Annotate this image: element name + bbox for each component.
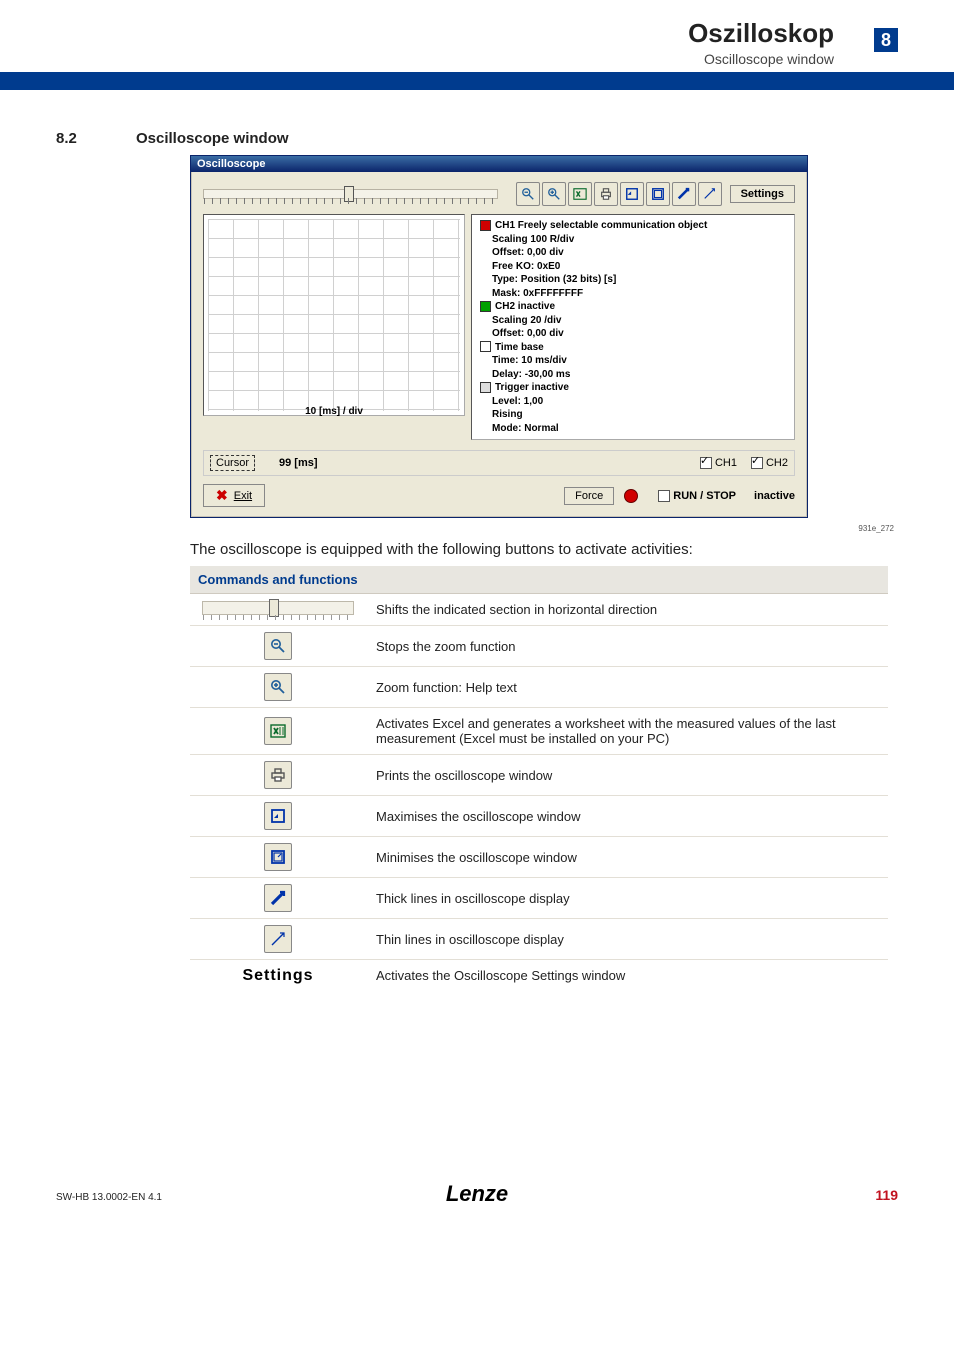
- force-button[interactable]: Force: [564, 487, 614, 505]
- table-row: Shifts the indicated section in horizont…: [190, 594, 888, 626]
- tree-timebase[interactable]: Time base: [478, 341, 788, 355]
- horizontal-slider[interactable]: [203, 183, 498, 205]
- header-title-block: Oszilloskop Oscilloscope window: [688, 18, 834, 67]
- scope-plot: 10 [ms] / div: [203, 214, 465, 416]
- window-title: Oscilloscope: [191, 156, 807, 172]
- window-middle: 10 [ms] / div CH1 Freely selectable comm…: [203, 214, 795, 440]
- header-subtitle: Oscilloscope window: [688, 51, 834, 67]
- ch2-color-icon: [480, 301, 491, 312]
- window-body: Settings 10 [ms] / div CH1 Freely select…: [191, 172, 807, 517]
- oscilloscope-window: Oscilloscope: [190, 155, 808, 518]
- functions-table-header: Commands and functions: [190, 566, 888, 594]
- figure-reference: 931e_272: [0, 524, 894, 533]
- zoom-in-icon: [264, 673, 292, 701]
- cursor-button[interactable]: Cursor: [210, 455, 255, 471]
- intro-paragraph: The oscilloscope is equipped with the fo…: [190, 541, 894, 558]
- settings-desc: Activates the Oscilloscope Settings wind…: [366, 960, 888, 992]
- hscroll-icon: [190, 594, 366, 626]
- table-row: Minimises the oscilloscope window: [190, 837, 888, 878]
- zoom-in-desc: Zoom function: Help text: [366, 667, 888, 708]
- minimize-button[interactable]: [646, 182, 670, 206]
- maximize-desc: Maximises the oscilloscope window: [366, 796, 888, 837]
- zoom-out-button[interactable]: [516, 182, 540, 206]
- table-row: Thick lines in oscilloscope display: [190, 878, 888, 919]
- ch1-checkbox[interactable]: CH1: [700, 457, 737, 469]
- status-led-icon: [624, 489, 638, 503]
- zoom-out-icon: [264, 632, 292, 660]
- page-header: Oszilloskop Oscilloscope window 8: [0, 0, 954, 90]
- print-button[interactable]: [594, 182, 618, 206]
- table-row: Maximises the oscilloscope window: [190, 796, 888, 837]
- hscroll-desc: Shifts the indicated section in horizont…: [366, 594, 888, 626]
- table-row: Prints the oscilloscope window: [190, 755, 888, 796]
- window-bottom-row: ✖ Exit Force RUN / STOP inactive: [203, 484, 795, 507]
- scope-xaxis-label: 10 [ms] / div: [305, 406, 363, 417]
- header-rule: [0, 72, 954, 90]
- section-heading: 8.2 Oscilloscope window: [56, 130, 954, 147]
- trigger-icon: [480, 382, 491, 393]
- footer-page-number: 119: [875, 1187, 898, 1203]
- maximize-button[interactable]: [620, 182, 644, 206]
- section-title: Oscilloscope window: [136, 130, 289, 147]
- table-row: Thin lines in oscilloscope display: [190, 919, 888, 960]
- minimize-icon: [264, 843, 292, 871]
- cursor-value: 99 [ms]: [279, 457, 318, 469]
- table-row: Activates Excel and generates a workshee…: [190, 708, 888, 755]
- oscilloscope-screenshot: Oscilloscope: [190, 155, 954, 518]
- maximize-icon: [264, 802, 292, 830]
- window-toolbar-row: Settings: [203, 182, 795, 206]
- page-footer: SW-HB 13.0002-EN 4.1 Lenze 119: [0, 1171, 954, 1211]
- thick-line-desc: Thick lines in oscilloscope display: [366, 878, 888, 919]
- table-row: Settings Activates the Oscilloscope Sett…: [190, 960, 888, 992]
- print-desc: Prints the oscilloscope window: [366, 755, 888, 796]
- ch2-checkbox[interactable]: CH2: [751, 457, 788, 469]
- footer-left: SW-HB 13.0002-EN 4.1: [56, 1192, 162, 1203]
- thin-line-button[interactable]: [698, 182, 722, 206]
- tree-trigger[interactable]: Trigger inactive: [478, 381, 788, 395]
- clock-icon: [480, 341, 491, 352]
- print-icon: [264, 761, 292, 789]
- zoom-out-desc: Stops the zoom function: [366, 626, 888, 667]
- footer-logo: Lenze: [446, 1181, 508, 1207]
- minimize-desc: Minimises the oscilloscope window: [366, 837, 888, 878]
- excel-desc: Activates Excel and generates a workshee…: [366, 708, 888, 755]
- header-title: Oszilloskop: [688, 18, 834, 49]
- table-row: Stops the zoom function: [190, 626, 888, 667]
- status-text: inactive: [754, 490, 795, 502]
- functions-table: Commands and functions Shifts the indica…: [190, 566, 888, 991]
- channel-tree[interactable]: CH1 Freely selectable communication obje…: [471, 214, 795, 440]
- window-toolbar: [516, 182, 722, 206]
- exit-button[interactable]: ✖ Exit: [203, 484, 265, 507]
- tree-ch2[interactable]: CH2 inactive: [478, 300, 788, 314]
- thin-line-icon: [264, 925, 292, 953]
- section-number: 8.2: [56, 130, 136, 147]
- settings-label: Settings: [242, 967, 313, 984]
- excel-icon: [264, 717, 292, 745]
- excel-button[interactable]: [568, 182, 592, 206]
- close-icon: ✖: [216, 487, 228, 504]
- thick-line-icon: [264, 884, 292, 912]
- thin-line-desc: Thin lines in oscilloscope display: [366, 919, 888, 960]
- settings-button[interactable]: Settings: [730, 185, 795, 203]
- ch1-color-icon: [480, 220, 491, 231]
- cursor-row: Cursor 99 [ms] CH1 CH2: [203, 450, 795, 476]
- chapter-badge: 8: [874, 28, 898, 52]
- table-row: Zoom function: Help text: [190, 667, 888, 708]
- tree-ch1[interactable]: CH1 Freely selectable communication obje…: [478, 219, 788, 233]
- zoom-in-button[interactable]: [542, 182, 566, 206]
- runstop-checkbox[interactable]: RUN / STOP: [658, 490, 736, 502]
- thick-line-button[interactable]: [672, 182, 696, 206]
